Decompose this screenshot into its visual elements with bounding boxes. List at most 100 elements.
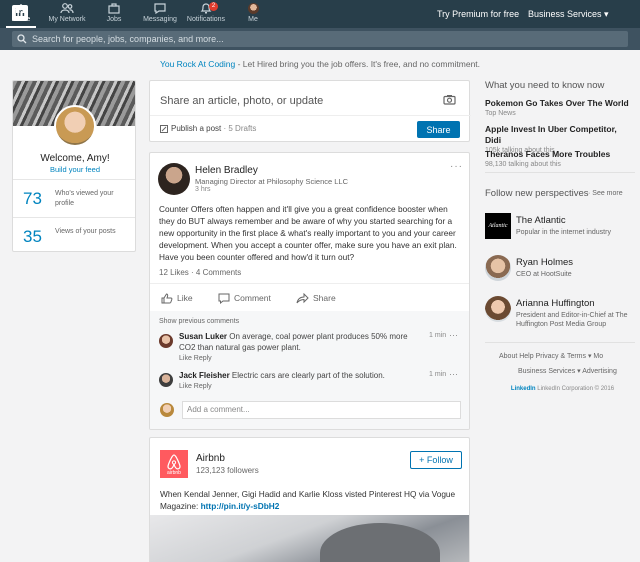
edit-icon	[160, 124, 168, 133]
company-name[interactable]: Airbnb	[196, 453, 225, 464]
post-author-avatar[interactable]	[158, 163, 190, 195]
try-premium-link[interactable]: Try Premium for free	[437, 9, 519, 19]
suggestion-name: Ryan Holmes	[516, 257, 574, 268]
briefcase-icon	[108, 3, 120, 14]
add-comment-input[interactable]: Add a comment...	[182, 401, 461, 419]
drafts-count[interactable]: · 5 Drafts	[221, 124, 256, 133]
post-author-name[interactable]: Helen Bradley	[195, 165, 258, 176]
avatar-icon	[247, 3, 259, 14]
nav-me-label: Me	[248, 16, 258, 23]
share-prompt[interactable]: Share an article, photo, or update	[160, 95, 323, 107]
camera-icon[interactable]	[443, 94, 456, 105]
comment-button[interactable]: Comment	[218, 293, 271, 305]
nav-me[interactable]: Me	[223, 3, 283, 28]
divider	[485, 342, 635, 343]
airbnb-logo-text: airbnb	[167, 470, 181, 476]
publish-post-link[interactable]: Publish a post · 5 Drafts	[160, 124, 256, 133]
profile-avatar[interactable]	[54, 105, 96, 147]
commenter-name[interactable]: Susan Luker	[179, 332, 227, 341]
profile-views-count: 73	[23, 189, 42, 208]
chat-icon	[154, 3, 166, 14]
top-nav-bar: in Home My Network Jobs Messaging Notifi…	[0, 0, 640, 28]
post-more-options-icon[interactable]: ···	[450, 161, 463, 172]
post-views-stat[interactable]: 35 Views of your posts	[13, 217, 135, 251]
nav-notifications-label: Notifications	[186, 16, 226, 23]
comments-section: Show previous comments Susan Luker On av…	[150, 311, 469, 429]
thumbs-up-icon	[161, 293, 173, 304]
business-services-menu[interactable]: Business Services ▾	[528, 9, 609, 20]
like-button[interactable]: Like	[161, 293, 193, 304]
comment-more-icon[interactable]: ···	[449, 330, 458, 340]
news-item[interactable]: Pokemon Go Takes Over The World Top News	[485, 98, 635, 119]
share-box: Share an article, photo, or update Publi…	[149, 80, 471, 142]
promo-text: - Let Hired bring you the job offers. It…	[235, 59, 481, 69]
post-timestamp: 3 hrs	[195, 186, 211, 193]
airbnb-logo[interactable]: airbnb	[160, 450, 188, 478]
news-item[interactable]: Theranos Faces More Troubles 98,130 talk…	[485, 149, 635, 170]
commenter-name[interactable]: Jack Fleisher	[179, 371, 230, 380]
show-previous-comments[interactable]: Show previous comments	[159, 318, 239, 325]
suggestion-avatar	[485, 296, 511, 322]
news-subtitle: 98,130 talking about this	[485, 161, 561, 168]
profile-views-stat[interactable]: 73 Who's viewed your profile	[13, 179, 135, 217]
company-post-link[interactable]: http://pin.it/y-sDbH2	[201, 501, 280, 511]
footer-linkedin-brand: LinkedIn	[510, 386, 536, 392]
promo-banner[interactable]: You Rock At Coding - Let Hired bring you…	[0, 59, 640, 69]
atlantic-logo: Atlantic	[485, 213, 511, 239]
share-post-button[interactable]: Share	[296, 293, 336, 304]
comment-time: 1 min	[429, 371, 447, 378]
footer-links-row1[interactable]: About Help Privacy & Terms ▾ Mo	[499, 352, 603, 360]
divider	[485, 172, 635, 173]
welcome-text: Welcome, Amy!	[40, 153, 110, 164]
comment-time: 1 min	[429, 332, 447, 339]
post-actions: Like Comment Share	[150, 283, 469, 311]
suggestion-desc: CEO at HootSuite	[516, 271, 572, 278]
news-title: Apple Invest In Uber Competitor, Didi	[485, 124, 617, 145]
share-button[interactable]: Share	[417, 121, 460, 138]
search-icon	[17, 34, 27, 44]
nav-messaging-label: Messaging	[143, 16, 177, 23]
nav-home-label: Home	[11, 16, 31, 23]
news-subtitle: Top News	[485, 110, 516, 117]
comment-label: Comment	[234, 293, 271, 303]
follow-button[interactable]: + Follow	[410, 451, 462, 469]
suggestion-avatar	[485, 255, 511, 281]
search-input[interactable]	[12, 31, 628, 47]
build-feed-link[interactable]: Build your feed	[13, 165, 135, 174]
see-more-link[interactable]: · See more	[588, 190, 623, 197]
post-views-label: Views of your posts	[55, 228, 116, 235]
post-body: Counter Offers often happen and it'll gi…	[159, 204, 457, 262]
footer-links-row2[interactable]: Business Services ▾ Advertising	[518, 367, 617, 375]
image-person	[320, 523, 440, 562]
commenter-avatar[interactable]	[159, 373, 173, 387]
post-counts[interactable]: 12 Likes · 4 Comments	[159, 268, 241, 277]
network-icon	[60, 3, 74, 14]
news-title: Theranos Faces More Troubles	[485, 149, 611, 159]
share-divider	[150, 115, 471, 116]
promo-highlight[interactable]: You Rock At Coding	[160, 59, 235, 69]
like-label: Like	[177, 293, 193, 303]
comment-more-icon[interactable]: ···	[449, 369, 458, 379]
comment-like-reply[interactable]: Like Reply	[179, 355, 212, 362]
suggestion-desc: President and Editor-in-Chief at The Huf…	[516, 312, 628, 328]
copyright: LinkedIn LinkedIn Corporation © 2016	[485, 386, 640, 392]
perspectives-heading: Follow new perspectives	[485, 188, 589, 199]
copyright-text: LinkedIn Corporation © 2016	[535, 386, 615, 392]
post-views-count: 35	[23, 227, 42, 246]
commenter-avatar[interactable]	[159, 334, 173, 348]
company-post: airbnb Airbnb 123,123 followers + Follow…	[149, 437, 470, 562]
news-title: Pokemon Go Takes Over The World	[485, 98, 629, 108]
news-heading: What you need to know now	[485, 80, 605, 91]
profile-card: Welcome, Amy! Build your feed 73 Who's v…	[12, 80, 136, 252]
publish-label: Publish a post	[171, 124, 222, 133]
suggestion-name: Arianna Huffington	[516, 298, 595, 309]
comment-like-reply[interactable]: Like Reply	[179, 383, 212, 390]
suggestion-desc: Popular in the internet industry	[516, 229, 611, 236]
notification-badge: 2	[209, 2, 218, 11]
company-post-image[interactable]	[150, 515, 469, 562]
comment-body: Electric cars are clearly part of the so…	[229, 371, 385, 380]
company-followers: 123,123 followers	[196, 466, 259, 475]
home-icon	[16, 4, 26, 13]
nav-my-network-label: My Network	[48, 16, 86, 23]
profile-views-label: Who's viewed your profile	[55, 190, 114, 207]
